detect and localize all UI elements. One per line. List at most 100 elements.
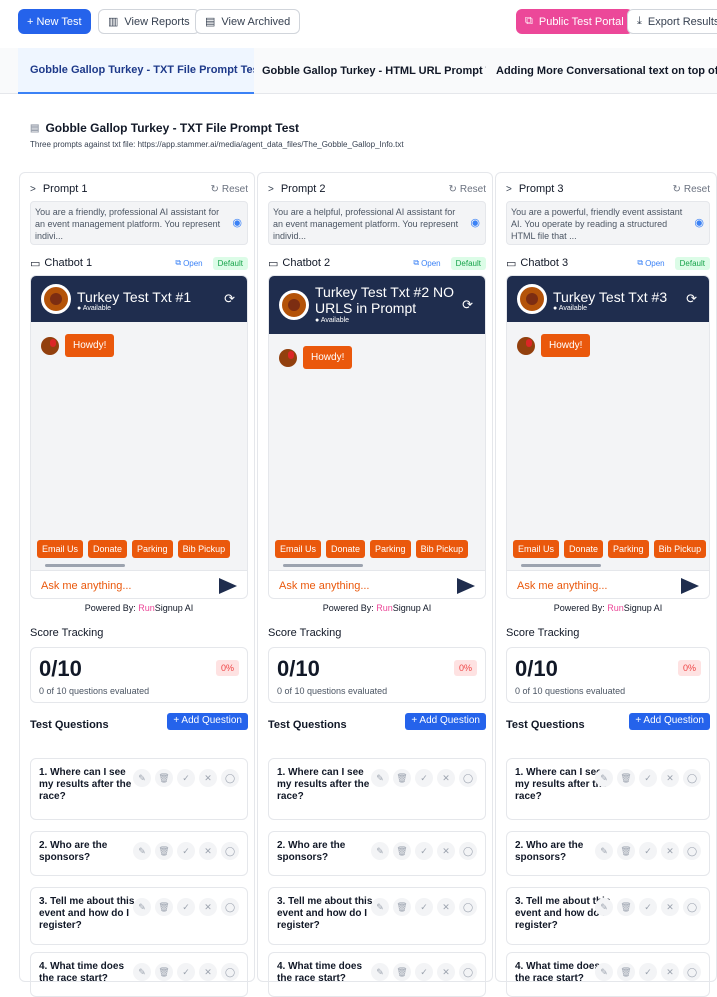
horizontal-scrollbar[interactable]	[521, 564, 601, 567]
export-results-button[interactable]: ⤓ Export Results	[627, 9, 717, 34]
close-icon[interactable]: ✕	[661, 963, 679, 981]
comment-icon[interactable]: ◯	[459, 898, 477, 916]
add-question-button[interactable]: + Add Question	[405, 713, 486, 730]
check-icon[interactable]: ✓	[415, 769, 433, 787]
quick-reply-button[interactable]: Parking	[132, 540, 173, 558]
trash-icon[interactable]: 🗑︎	[155, 963, 173, 981]
quick-reply-button[interactable]: Email Us	[37, 540, 84, 558]
reset-button[interactable]: ↻ Reset	[210, 184, 248, 195]
quick-reply-button[interactable]: Email Us	[513, 540, 560, 558]
trash-icon[interactable]: 🗑︎	[617, 769, 635, 787]
eye-icon[interactable]: ◉	[232, 217, 242, 229]
eye-icon[interactable]: ◉	[694, 217, 704, 229]
send-icon[interactable]	[681, 577, 699, 594]
check-icon[interactable]: ✓	[415, 842, 433, 860]
refresh-icon[interactable]: ⟳	[224, 291, 235, 307]
check-icon[interactable]: ✓	[177, 898, 195, 916]
quick-reply-button[interactable]: Email Us	[275, 540, 322, 558]
close-icon[interactable]: ✕	[437, 842, 455, 860]
check-icon[interactable]: ✓	[639, 898, 657, 916]
trash-icon[interactable]: 🗑︎	[393, 842, 411, 860]
comment-icon[interactable]: ◯	[221, 842, 239, 860]
chevron-right-icon[interactable]: >	[30, 184, 36, 195]
close-icon[interactable]: ✕	[437, 963, 455, 981]
edit-icon[interactable]: ✎	[595, 898, 613, 916]
new-test-button[interactable]: + New Test	[18, 9, 91, 34]
trash-icon[interactable]: 🗑︎	[617, 963, 635, 981]
edit-icon[interactable]: ✎	[133, 842, 151, 860]
eye-icon[interactable]: ◉	[470, 217, 480, 229]
trash-icon[interactable]: 🗑︎	[617, 898, 635, 916]
horizontal-scrollbar[interactable]	[45, 564, 125, 567]
comment-icon[interactable]: ◯	[683, 769, 701, 787]
trash-icon[interactable]: 🗑︎	[393, 898, 411, 916]
close-icon[interactable]: ✕	[661, 769, 679, 787]
trash-icon[interactable]: 🗑︎	[393, 769, 411, 787]
trash-icon[interactable]: 🗑︎	[617, 842, 635, 860]
open-link[interactable]: ⧉ Open	[413, 258, 440, 268]
close-icon[interactable]: ✕	[199, 842, 217, 860]
quick-reply-button[interactable]: Bib Pickup	[177, 540, 231, 558]
tab-txt-file-prompt-test[interactable]: Gobble Gallop Turkey - TXT File Prompt T…	[18, 48, 254, 94]
view-archived-button[interactable]: ▤ View Archived	[195, 9, 301, 34]
comment-icon[interactable]: ◯	[683, 842, 701, 860]
edit-icon[interactable]: ✎	[371, 769, 389, 787]
close-icon[interactable]: ✕	[199, 898, 217, 916]
comment-icon[interactable]: ◯	[683, 963, 701, 981]
view-reports-button[interactable]: ▥ View Reports	[98, 9, 200, 34]
edit-icon[interactable]: ✎	[595, 769, 613, 787]
edit-icon[interactable]: ✎	[371, 898, 389, 916]
check-icon[interactable]: ✓	[415, 898, 433, 916]
edit-icon[interactable]: ✎	[133, 769, 151, 787]
quick-reply-button[interactable]: Donate	[88, 540, 128, 558]
comment-icon[interactable]: ◯	[683, 898, 701, 916]
check-icon[interactable]: ✓	[177, 842, 195, 860]
chevron-right-icon[interactable]: >	[268, 184, 274, 195]
send-icon[interactable]	[219, 577, 237, 594]
edit-icon[interactable]: ✎	[595, 842, 613, 860]
quick-reply-button[interactable]: Bib Pickup	[415, 540, 469, 558]
refresh-icon[interactable]: ⟳	[686, 291, 697, 307]
chat-input[interactable]: Ask me anything...	[507, 570, 709, 598]
tab-html-url-prompt-test[interactable]: Gobble Gallop Turkey - HTML URL Prompt T…	[250, 48, 486, 94]
quick-reply-button[interactable]: Bib Pickup	[653, 540, 707, 558]
comment-icon[interactable]: ◯	[221, 769, 239, 787]
reset-button[interactable]: ↻ Reset	[448, 184, 486, 195]
edit-icon[interactable]: ✎	[133, 963, 151, 981]
quick-reply-button[interactable]: Parking	[370, 540, 411, 558]
send-icon[interactable]	[457, 577, 475, 594]
edit-icon[interactable]: ✎	[371, 963, 389, 981]
open-link[interactable]: ⧉ Open	[637, 258, 664, 268]
edit-icon[interactable]: ✎	[133, 898, 151, 916]
comment-icon[interactable]: ◯	[459, 842, 477, 860]
close-icon[interactable]: ✕	[661, 842, 679, 860]
prompt-preview[interactable]: You are a helpful, professional AI assis…	[268, 201, 486, 245]
open-link[interactable]: ⧉ Open	[175, 258, 202, 268]
check-icon[interactable]: ✓	[177, 963, 195, 981]
prompt-preview[interactable]: You are a powerful, friendly event assis…	[506, 201, 710, 245]
check-icon[interactable]: ✓	[415, 963, 433, 981]
close-icon[interactable]: ✕	[661, 898, 679, 916]
check-icon[interactable]: ✓	[639, 842, 657, 860]
refresh-icon[interactable]: ⟳	[462, 297, 473, 313]
add-question-button[interactable]: + Add Question	[167, 713, 248, 730]
close-icon[interactable]: ✕	[437, 898, 455, 916]
reset-button[interactable]: ↻ Reset	[672, 184, 710, 195]
check-icon[interactable]: ✓	[639, 963, 657, 981]
trash-icon[interactable]: 🗑︎	[155, 842, 173, 860]
close-icon[interactable]: ✕	[437, 769, 455, 787]
trash-icon[interactable]: 🗑︎	[393, 963, 411, 981]
public-test-portal-button[interactable]: ⧉ Public Test Portal	[516, 9, 633, 34]
comment-icon[interactable]: ◯	[221, 963, 239, 981]
edit-icon[interactable]: ✎	[371, 842, 389, 860]
chat-input[interactable]: Ask me anything...	[269, 570, 485, 598]
check-icon[interactable]: ✓	[177, 769, 195, 787]
horizontal-scrollbar[interactable]	[283, 564, 363, 567]
quick-reply-button[interactable]: Donate	[564, 540, 604, 558]
trash-icon[interactable]: 🗑︎	[155, 898, 173, 916]
chevron-right-icon[interactable]: >	[506, 184, 512, 195]
trash-icon[interactable]: 🗑︎	[155, 769, 173, 787]
comment-icon[interactable]: ◯	[459, 963, 477, 981]
comment-icon[interactable]: ◯	[221, 898, 239, 916]
quick-reply-button[interactable]: Donate	[326, 540, 366, 558]
